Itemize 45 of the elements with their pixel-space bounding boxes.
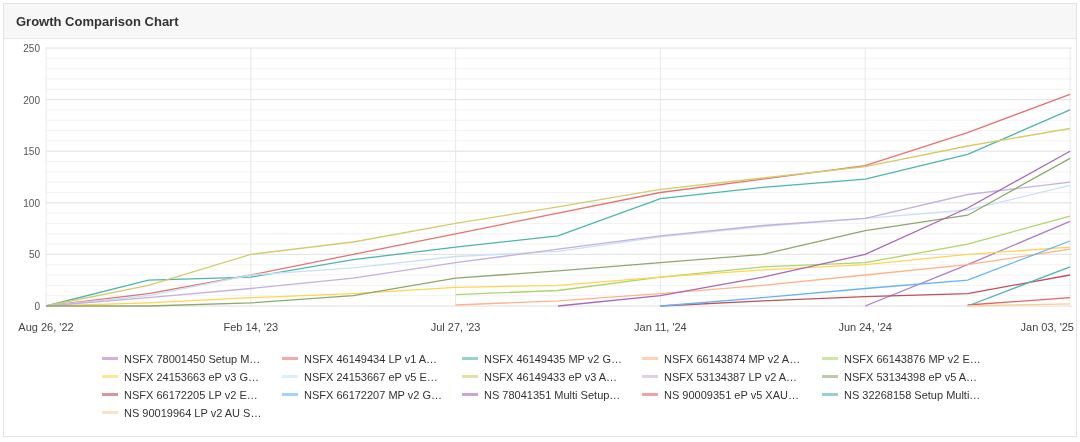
axis-label: 250	[23, 43, 40, 54]
legend-label: NS 78041351 Multi Setup…	[484, 388, 621, 401]
legend-item[interactable]: NSFX 66172207 MP v2 G…	[282, 387, 462, 402]
legend-label: NS 90009351 eP v5 XAU…	[664, 388, 799, 401]
legend-item[interactable]: NSFX 46149435 MP v2 G…	[462, 351, 642, 366]
legend-item[interactable]: NSFX 46149434 LP v1 A…	[282, 351, 462, 366]
legend-label: NSFX 53134387 LP v2 A…	[664, 370, 798, 383]
legend-item[interactable]: NSFX 66172205 LP v2 E…	[102, 387, 282, 402]
legend-label: NSFX 78001450 Setup M…	[124, 352, 261, 365]
legend-label: NSFX 24153663 eP v3 G…	[124, 370, 259, 383]
axis-label: Jan 03, '25	[1020, 321, 1074, 333]
legend-label: NS 90019964 LP v2 AU S…	[124, 406, 262, 419]
legend-item[interactable]: NS 90009351 eP v5 XAU…	[642, 387, 822, 402]
legend-item[interactable]: NSFX 24153667 eP v5 E…	[282, 369, 462, 384]
legend-label: NS 32268158 Setup Multi…	[844, 388, 981, 401]
legend-item[interactable]: NSFX 66143874 MP v2 A…	[642, 351, 822, 366]
legend-label: NSFX 53134398 eP v5 A…	[844, 370, 978, 383]
legend-item[interactable]: NSFX 78001450 Setup M…	[102, 351, 282, 366]
axis-label: Jan 11, '24	[634, 321, 687, 333]
legend-label: NSFX 46149435 MP v2 G…	[484, 352, 622, 365]
legend-label: NSFX 66172207 MP v2 G…	[304, 388, 442, 401]
axis-label: 200	[23, 94, 40, 106]
legend-label: NSFX 66143874 MP v2 A…	[664, 352, 801, 365]
legend-label: NSFX 24153667 eP v5 E…	[304, 370, 438, 383]
legend-item[interactable]: NS 90019964 LP v2 AU S…	[102, 405, 282, 420]
axis-label: Aug 26, '22	[18, 321, 74, 333]
axis-label: 0	[34, 301, 40, 312]
axis-label: Jun 24, '24	[838, 321, 892, 333]
axis-label: Jul 27, '23	[430, 321, 481, 333]
legend-item[interactable]: NS 78041351 Multi Setup…	[462, 387, 642, 402]
legend-label: NSFX 46149434 LP v1 A…	[304, 352, 438, 365]
axis-label: Feb 14, '23	[223, 321, 279, 333]
axis-label: 50	[28, 249, 40, 261]
legend-item[interactable]: NSFX 66143876 MP v2 E…	[822, 351, 1002, 366]
card-title: Growth Comparison Chart	[16, 13, 179, 29]
legend-item[interactable]: NS 32268158 Setup Multi…	[822, 387, 1002, 402]
legend-label: NSFX 66143876 MP v2 E…	[844, 352, 981, 365]
legend-item[interactable]: NSFX 53134398 eP v5 A…	[822, 369, 1002, 384]
axis-label: 150	[23, 146, 40, 158]
legend-label: NSFX 66172205 LP v2 E…	[124, 388, 258, 401]
legend-item[interactable]: NSFX 53134387 LP v2 A…	[642, 369, 822, 384]
axis-label: 100	[23, 197, 40, 209]
legend-item[interactable]: NSFX 24153663 eP v3 G…	[102, 369, 282, 384]
legend-item[interactable]: NSFX 46149433 eP v3 A…	[462, 369, 642, 384]
legend-label: NSFX 46149433 eP v3 A…	[484, 370, 618, 383]
